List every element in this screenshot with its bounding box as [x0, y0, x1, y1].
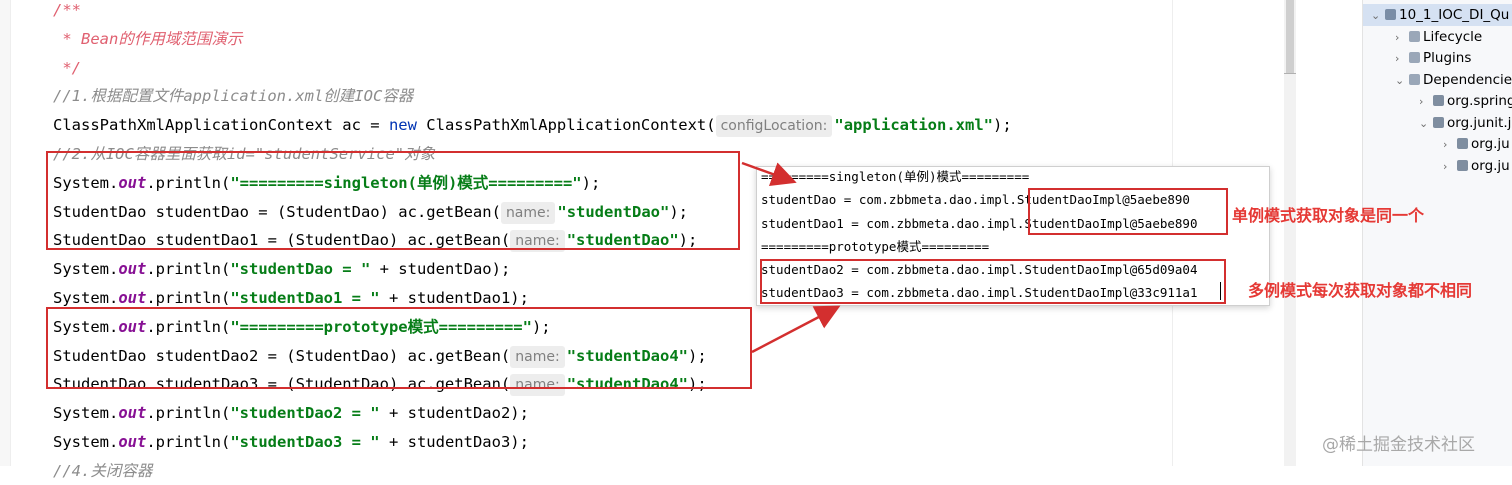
maven-project-tree[interactable]: ⌄ 10_1_IOC_DI_Qu › Lifecycle › Plugins ⌄ Depend… — [1362, 0, 1512, 466]
tree-item-label: 10_1_IOC_DI_Qu — [1399, 7, 1510, 23]
editor-gutter — [0, 0, 11, 466]
code-token: + studentDao); — [370, 260, 511, 279]
tree-item[interactable]: › org.ju — [1363, 133, 1512, 155]
tree-item-label: Lifecycle — [1423, 28, 1483, 45]
code-token: .println( — [146, 404, 231, 423]
code-token: out — [118, 433, 147, 451]
tree-item-label: org.spring — [1447, 93, 1512, 109]
console-line: =========prototype模式========= — [761, 239, 990, 254]
code-line[interactable]: //1.根据配置文件application.xml创建IOC容器 — [53, 82, 413, 110]
code-token: + studentDao3); — [379, 433, 529, 451]
code-line[interactable]: System.out.println("studentDao3 = " + st… — [53, 428, 529, 456]
string-literal: "studentDao3 = " — [230, 433, 380, 451]
chevron-down-icon[interactable]: ⌄ — [1395, 70, 1407, 92]
library-icon — [1457, 159, 1468, 171]
code-token: System. — [53, 433, 119, 451]
prototype-arrow — [751, 305, 841, 354]
tree-item-label: Plugins — [1423, 50, 1472, 66]
scrollbar-thumb[interactable] — [1286, 0, 1294, 74]
scrollbar-marker — [1284, 73, 1296, 74]
comment-text: /** — [53, 1, 81, 19]
code-token: out — [118, 260, 147, 279]
code-line[interactable]: //4.关闭容器 — [53, 457, 152, 485]
string-literal: "studentDao1 = " — [230, 289, 380, 307]
tree-item[interactable]: › Plugins — [1363, 47, 1512, 69]
code-token: ); — [993, 116, 1012, 135]
tree-item[interactable]: ⌄ 10_1_IOC_DI_Qu — [1363, 4, 1512, 26]
code-token: out — [118, 404, 147, 423]
string-literal: "application.xml" — [834, 116, 993, 135]
code-token: ClassPathXmlApplicationContext ac = — [53, 116, 389, 135]
singleton-code-highlight — [46, 151, 740, 250]
chevron-right-icon[interactable]: › — [1443, 134, 1455, 156]
chevron-right-icon[interactable]: › — [1443, 156, 1455, 178]
library-icon — [1433, 95, 1444, 106]
string-literal: "studentDao = " — [230, 260, 371, 279]
tree-item-label: org.junit.j — [1447, 114, 1512, 131]
console-line: =========singleton(单例)模式========= — [761, 169, 1030, 184]
tree-item[interactable]: › org.ju — [1363, 155, 1512, 177]
singleton-note: 单例模式获取对象是同一个 — [1232, 206, 1425, 225]
singleton-hash-highlight — [1028, 188, 1228, 235]
chevron-down-icon[interactable]: ⌄ — [1371, 5, 1383, 27]
tree-item-label: org.ju — [1471, 157, 1510, 174]
maven-folder-icon — [1409, 52, 1420, 63]
library-icon — [1457, 138, 1468, 149]
tree-item[interactable]: › org.spring — [1363, 90, 1512, 112]
code-line[interactable]: * Bean的作用域范围演示 — [53, 25, 242, 53]
prototype-note: 多例模式每次获取对象都不相同 — [1248, 281, 1473, 300]
code-token: out — [118, 289, 147, 307]
code-line[interactable]: */ — [53, 54, 81, 82]
chevron-right-icon[interactable]: › — [1395, 48, 1407, 70]
code-token: new — [388, 116, 417, 135]
watermark: @稀土掘金技术社区 — [1322, 435, 1475, 455]
comment-text: //4.关闭容器 — [53, 461, 153, 480]
code-token: + studentDao2); — [379, 404, 529, 423]
code-token: ClassPathXmlApplicationContext( — [416, 116, 716, 135]
maven-folder-icon — [1409, 30, 1420, 42]
code-token: System. — [53, 260, 119, 279]
module-icon — [1385, 9, 1396, 20]
prototype-code-highlight — [46, 307, 752, 389]
chevron-right-icon[interactable]: › — [1419, 91, 1431, 113]
library-folder-icon — [1409, 73, 1420, 85]
code-token: System. — [53, 289, 119, 307]
comment-text: */ — [53, 58, 81, 77]
chevron-right-icon[interactable]: › — [1395, 27, 1407, 49]
comment-text: //1.根据配置文件application.xml创建IOC容器 — [53, 87, 414, 106]
code-line[interactable]: System.out.println("studentDao = " + stu… — [53, 255, 510, 283]
tree-item[interactable]: ⌄ org.junit.j — [1363, 112, 1512, 134]
code-token: .println( — [146, 260, 231, 279]
code-token: .println( — [146, 289, 231, 307]
chevron-down-icon[interactable]: ⌄ — [1419, 113, 1431, 135]
code-token: .println( — [146, 433, 231, 451]
tree-item[interactable]: ⌄ Dependencie — [1363, 69, 1512, 91]
code-token: System. — [53, 404, 119, 423]
code-line[interactable]: System.out.println("studentDao2 = " + st… — [53, 399, 529, 427]
code-line[interactable]: /** — [53, 0, 81, 24]
comment-text: * Bean的作用域范围演示 — [53, 29, 243, 48]
code-line[interactable]: ClassPathXmlApplicationContext ac = new … — [53, 111, 1012, 139]
library-icon — [1433, 116, 1444, 128]
code-token: + studentDao1); — [379, 289, 529, 307]
string-literal: "studentDao2 = " — [230, 404, 380, 423]
tree-item-label: Dependencie — [1423, 71, 1512, 88]
parameter-hint: configLocation: — [715, 115, 833, 138]
tree-item-label: org.ju — [1471, 136, 1510, 152]
tree-item[interactable]: › Lifecycle — [1363, 26, 1512, 48]
prototype-output-highlight — [760, 259, 1226, 304]
